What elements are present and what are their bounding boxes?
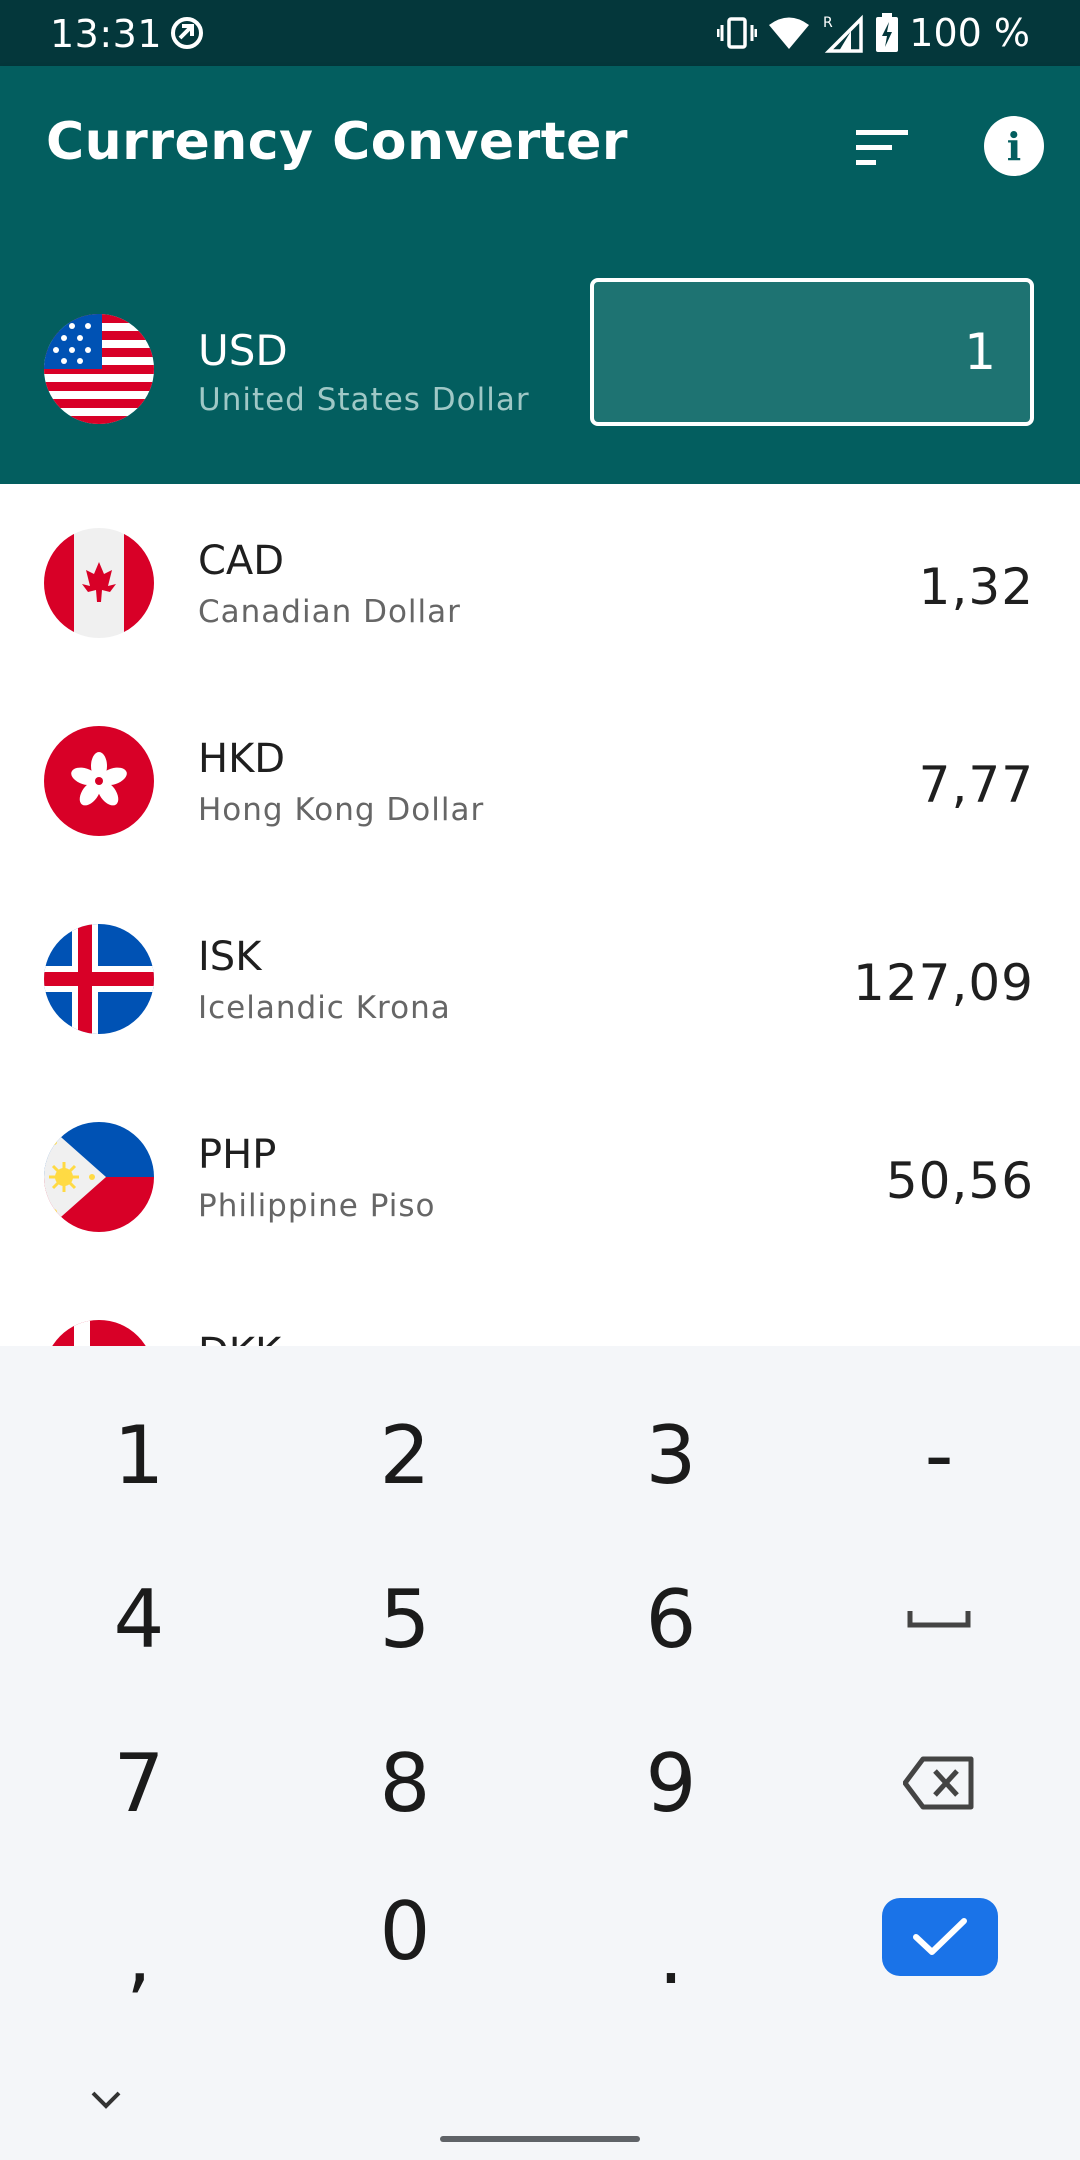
sort-button[interactable] [850,116,914,180]
currency-name: Canadian Dollar [198,594,461,630]
vibrate-icon [717,16,758,50]
converted-value: 127,09 [853,954,1034,1012]
currency-code: PHP [198,1132,277,1178]
backspace-icon [903,1756,974,1810]
info-button[interactable]: i [984,116,1044,176]
converted-value: 7,77 [918,756,1034,814]
currency-list: CAD Canadian Dollar 1,32 HKD Hong Kong D… [0,484,1080,1346]
key-5[interactable]: 5 [272,1544,538,1694]
key-4[interactable]: 4 [6,1544,272,1694]
key-period[interactable]: . [538,1880,804,2030]
ph-flag-icon [44,1122,154,1232]
currency-code: CAD [198,538,285,584]
currency-name: Philippine Piso [198,1188,436,1224]
list-item[interactable]: DKK [0,1276,1080,1346]
done-icon [913,1918,967,1955]
key-7[interactable]: 7 [6,1708,272,1858]
numeric-keyboard: 1 2 3 - 4 5 6 7 8 9 , 0 . [0,1346,1080,2160]
wifi-icon [767,16,811,50]
list-item[interactable]: CAD Canadian Dollar 1,32 [0,484,1080,682]
sort-icon [856,130,908,165]
battery-percent: 100 % [909,11,1030,55]
key-1[interactable]: 1 [6,1380,272,1530]
key-2[interactable]: 2 [272,1380,538,1530]
chevron-down-icon [91,2091,121,2109]
us-flag-icon [44,314,154,424]
status-time: 13:31 [50,12,163,56]
home-indicator[interactable] [440,2136,640,2142]
converted-value: 1,32 [918,558,1034,616]
converted-value: 50,56 [885,1152,1034,1210]
currency-name: Icelandic Krona [198,990,451,1026]
key-minus[interactable]: - [806,1380,1072,1530]
key-backspace[interactable] [806,1708,1072,1858]
key-space[interactable] [806,1544,1072,1694]
keyboard-collapse-button[interactable] [82,2076,130,2124]
is-flag-icon [44,924,154,1034]
svg-text:R: R [823,15,833,31]
currency-code: ISK [198,934,262,980]
currency-code: DKK [198,1330,281,1346]
done-button[interactable] [882,1898,998,1976]
key-9[interactable]: 9 [538,1708,804,1858]
key-0[interactable]: 0 [272,1856,538,2006]
info-icon: i [1006,123,1022,169]
app-title: Currency Converter [46,112,629,172]
sync-icon [168,14,206,52]
base-currency-code: USD [198,326,288,375]
space-icon [907,1611,971,1628]
key-6[interactable]: 6 [538,1544,804,1694]
key-3[interactable]: 3 [538,1380,804,1530]
signal-roaming-icon: R [821,13,865,53]
key-8[interactable]: 8 [272,1708,538,1858]
list-item[interactable]: PHP Philippine Piso 50,56 [0,1078,1080,1276]
battery-charging-icon [875,13,899,53]
currency-code: HKD [198,736,286,782]
base-currency-name: United States Dollar [198,382,530,418]
status-bar: 13:31 R 100 % [0,0,1080,66]
list-item[interactable]: HKD Hong Kong Dollar 7,77 [0,682,1080,880]
status-icons: R 100 % [717,11,1030,55]
dk-flag-icon [44,1320,154,1346]
currency-name: Hong Kong Dollar [198,792,485,828]
hk-flag-icon [44,726,154,836]
list-item[interactable]: ISK Icelandic Krona 127,09 [0,880,1080,1078]
amount-input[interactable] [590,278,1034,426]
ca-flag-icon [44,528,154,638]
key-comma[interactable]: , [6,1880,272,2030]
